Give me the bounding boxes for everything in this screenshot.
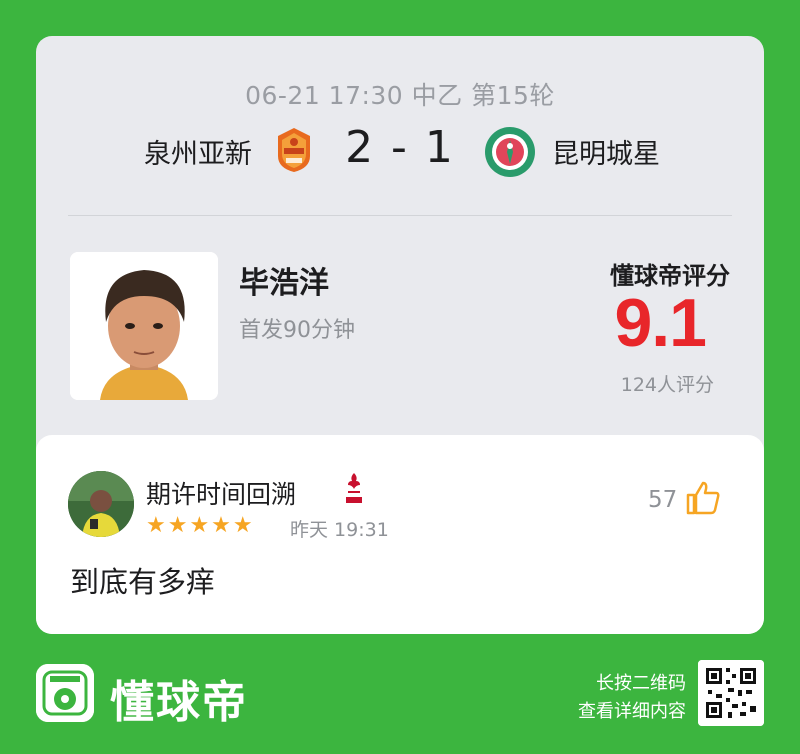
away-team-name: 昆明城星: [552, 139, 660, 170]
comment-text: 到底有多痒: [70, 565, 216, 599]
away-team-badge-icon: [485, 127, 535, 177]
user-avatar[interactable]: [68, 471, 134, 537]
rating-value: 9.1: [614, 285, 707, 361]
player-name: 毕浩洋: [239, 266, 329, 301]
player-photo: [70, 252, 218, 400]
qr-instruction-line1: 长按二维码: [596, 673, 686, 694]
divider: [68, 215, 732, 216]
comment-card[interactable]: 期许时间回溯 ★★★★★ 昨天 19:31 57 到底有多痒: [36, 435, 764, 634]
share-card: 06-21 17:30 中乙 第15轮 泉州亚新 2 - 1 昆明城星 毕浩洋 …: [36, 36, 764, 634]
thumbs-up-icon[interactable]: [684, 479, 722, 517]
qr-instruction-line2: 查看详细内容: [578, 701, 686, 722]
liverpool-club-icon: [346, 473, 362, 503]
match-info: 06-21 17:30 中乙 第15轮: [245, 81, 555, 110]
rating-stars: ★★★★★: [146, 513, 255, 538]
brand-name: 懂球帝: [110, 677, 248, 728]
player-playtime: 首发90分钟: [239, 318, 355, 343]
rating-count: 124人评分: [620, 374, 714, 396]
qr-code[interactable]: [698, 660, 764, 726]
comment-time: 昨天 19:31: [290, 519, 389, 541]
comment-username[interactable]: 期许时间回溯: [146, 475, 296, 511]
app-logo-icon: [36, 664, 94, 722]
like-count: 57: [648, 487, 678, 513]
qr-instructions: 长按二维码 查看详细内容: [578, 670, 686, 726]
